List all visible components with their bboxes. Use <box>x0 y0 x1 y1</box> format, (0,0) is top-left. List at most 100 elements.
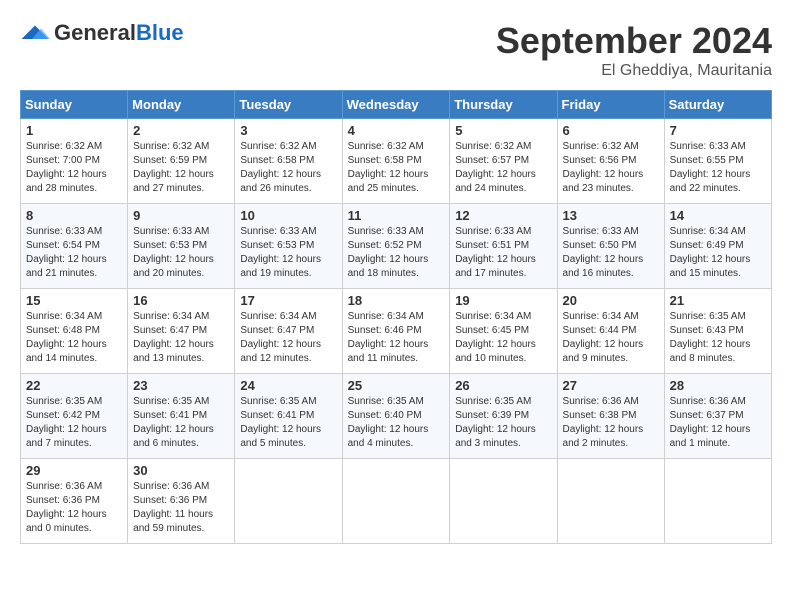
day-info: Sunrise: 6:35 AM Sunset: 6:43 PM Dayligh… <box>670 310 766 366</box>
day-info: Sunrise: 6:34 AM Sunset: 6:48 PM Dayligh… <box>26 310 122 366</box>
day-number: 25 <box>348 378 445 393</box>
weekday-header-cell: Friday <box>557 91 664 119</box>
calendar-week-row: 8Sunrise: 6:33 AM Sunset: 6:54 PM Daylig… <box>21 204 772 289</box>
calendar-day-cell: 28 Sunrise: 6:36 AM Sunset: 6:37 PM Dayli… <box>664 374 771 459</box>
day-number: 17 <box>240 293 336 308</box>
calendar-day-cell: 25 Sunrise: 6:35 AM Sunset: 6:40 PM Dayli… <box>342 374 450 459</box>
calendar-day-cell: 17 Sunrise: 6:34 AM Sunset: 6:47 PM Dayli… <box>235 289 342 374</box>
day-number: 5 <box>455 123 551 138</box>
calendar-day-cell: 2 Sunrise: 6:32 AM Sunset: 6:59 PM Daylig… <box>128 119 235 204</box>
day-info: Sunrise: 6:34 AM Sunset: 6:44 PM Dayligh… <box>563 310 659 366</box>
day-info: Sunrise: 6:35 AM Sunset: 6:41 PM Dayligh… <box>240 395 336 451</box>
calendar-day-cell: 18Sunrise: 6:34 AM Sunset: 6:46 PM Dayli… <box>342 289 450 374</box>
day-info: Sunrise: 6:36 AM Sunset: 6:37 PM Dayligh… <box>670 395 766 451</box>
day-number: 2 <box>133 123 229 138</box>
day-info: Sunrise: 6:33 AM Sunset: 6:50 PM Dayligh… <box>563 225 659 281</box>
day-info: Sunrise: 6:34 AM Sunset: 6:49 PM Dayligh… <box>670 225 766 281</box>
day-number: 19 <box>455 293 551 308</box>
day-info: Sunrise: 6:35 AM Sunset: 6:41 PM Dayligh… <box>133 395 229 451</box>
day-number: 24 <box>240 378 336 393</box>
day-info: Sunrise: 6:36 AM Sunset: 6:36 PM Dayligh… <box>133 480 229 536</box>
calendar-week-row: 15 Sunrise: 6:34 AM Sunset: 6:48 PM Dayli… <box>21 289 772 374</box>
calendar-day-cell: 20 Sunrise: 6:34 AM Sunset: 6:44 PM Dayli… <box>557 289 664 374</box>
day-info: Sunrise: 6:35 AM Sunset: 6:42 PM Dayligh… <box>26 395 122 451</box>
day-number: 10 <box>240 208 336 223</box>
calendar-day-cell: 1 Sunrise: 6:32 AM Sunset: 7:00 PM Daylig… <box>21 119 128 204</box>
day-number: 13 <box>563 208 659 223</box>
day-number: 20 <box>563 293 659 308</box>
day-info: Sunrise: 6:33 AM Sunset: 6:55 PM Dayligh… <box>670 140 766 196</box>
day-number: 28 <box>670 378 766 393</box>
day-number: 3 <box>240 123 336 138</box>
day-number: 12 <box>455 208 551 223</box>
calendar-day-cell: 15 Sunrise: 6:34 AM Sunset: 6:48 PM Dayli… <box>21 289 128 374</box>
title-area: September 2024 El Gheddiya, Mauritania <box>496 20 772 80</box>
day-info: Sunrise: 6:32 AM Sunset: 6:58 PM Dayligh… <box>348 140 445 196</box>
day-number: 16 <box>133 293 229 308</box>
day-number: 21 <box>670 293 766 308</box>
calendar-day-cell: 6 Sunrise: 6:32 AM Sunset: 6:56 PM Daylig… <box>557 119 664 204</box>
day-info: Sunrise: 6:33 AM Sunset: 6:52 PM Dayligh… <box>348 225 445 281</box>
logo-text: GeneralBlue <box>54 20 184 46</box>
calendar-day-cell <box>557 459 664 544</box>
day-info: Sunrise: 6:32 AM Sunset: 6:58 PM Dayligh… <box>240 140 336 196</box>
day-number: 1 <box>26 123 122 138</box>
day-info: Sunrise: 6:32 AM Sunset: 6:59 PM Dayligh… <box>133 140 229 196</box>
day-number: 27 <box>563 378 659 393</box>
day-number: 15 <box>26 293 122 308</box>
day-number: 14 <box>670 208 766 223</box>
day-info: Sunrise: 6:35 AM Sunset: 6:40 PM Dayligh… <box>348 395 445 451</box>
day-number: 26 <box>455 378 551 393</box>
day-number: 6 <box>563 123 659 138</box>
calendar-day-cell <box>342 459 450 544</box>
calendar-day-cell: 16 Sunrise: 6:34 AM Sunset: 6:47 PM Dayli… <box>128 289 235 374</box>
day-number: 23 <box>133 378 229 393</box>
weekday-header-cell: Saturday <box>664 91 771 119</box>
calendar-week-row: 1 Sunrise: 6:32 AM Sunset: 7:00 PM Daylig… <box>21 119 772 204</box>
calendar-day-cell: 10 Sunrise: 6:33 AM Sunset: 6:53 PM Dayli… <box>235 204 342 289</box>
weekday-header-cell: Tuesday <box>235 91 342 119</box>
calendar-day-cell: 4 Sunrise: 6:32 AM Sunset: 6:58 PM Daylig… <box>342 119 450 204</box>
calendar-day-cell: 11 Sunrise: 6:33 AM Sunset: 6:52 PM Dayli… <box>342 204 450 289</box>
calendar-day-cell: 13 Sunrise: 6:33 AM Sunset: 6:50 PM Dayli… <box>557 204 664 289</box>
calendar-day-cell: 8Sunrise: 6:33 AM Sunset: 6:54 PM Daylig… <box>21 204 128 289</box>
calendar-day-cell: 23 Sunrise: 6:35 AM Sunset: 6:41 PM Dayli… <box>128 374 235 459</box>
day-info: Sunrise: 6:33 AM Sunset: 6:53 PM Dayligh… <box>240 225 336 281</box>
day-info: Sunrise: 6:32 AM Sunset: 6:57 PM Dayligh… <box>455 140 551 196</box>
calendar-body: 1 Sunrise: 6:32 AM Sunset: 7:00 PM Daylig… <box>21 119 772 544</box>
day-number: 4 <box>348 123 445 138</box>
calendar-day-cell <box>235 459 342 544</box>
day-number: 22 <box>26 378 122 393</box>
calendar-day-cell: 12 Sunrise: 6:33 AM Sunset: 6:51 PM Dayli… <box>450 204 557 289</box>
calendar-day-cell: 27 Sunrise: 6:36 AM Sunset: 6:38 PM Dayli… <box>557 374 664 459</box>
calendar-day-cell: 19 Sunrise: 6:34 AM Sunset: 6:45 PM Dayli… <box>450 289 557 374</box>
day-info: Sunrise: 6:34 AM Sunset: 6:47 PM Dayligh… <box>240 310 336 366</box>
day-number: 9 <box>133 208 229 223</box>
day-number: 11 <box>348 208 445 223</box>
weekday-header-cell: Sunday <box>21 91 128 119</box>
calendar-day-cell <box>664 459 771 544</box>
calendar-day-cell: 24 Sunrise: 6:35 AM Sunset: 6:41 PM Dayli… <box>235 374 342 459</box>
day-info: Sunrise: 6:35 AM Sunset: 6:39 PM Dayligh… <box>455 395 551 451</box>
weekday-header-cell: Wednesday <box>342 91 450 119</box>
calendar-day-cell: 5 Sunrise: 6:32 AM Sunset: 6:57 PM Daylig… <box>450 119 557 204</box>
day-info: Sunrise: 6:32 AM Sunset: 7:00 PM Dayligh… <box>26 140 122 196</box>
day-info: Sunrise: 6:36 AM Sunset: 6:38 PM Dayligh… <box>563 395 659 451</box>
day-info: Sunrise: 6:36 AM Sunset: 6:36 PM Dayligh… <box>26 480 122 536</box>
calendar-day-cell: 21 Sunrise: 6:35 AM Sunset: 6:43 PM Dayli… <box>664 289 771 374</box>
logo-icon <box>20 24 50 42</box>
calendar-day-cell: 29Sunrise: 6:36 AM Sunset: 6:36 PM Dayli… <box>21 459 128 544</box>
day-info: Sunrise: 6:34 AM Sunset: 6:46 PM Dayligh… <box>348 310 445 366</box>
day-info: Sunrise: 6:33 AM Sunset: 6:51 PM Dayligh… <box>455 225 551 281</box>
weekday-header-cell: Thursday <box>450 91 557 119</box>
calendar-day-cell: 22 Sunrise: 6:35 AM Sunset: 6:42 PM Dayli… <box>21 374 128 459</box>
calendar-day-cell: 7 Sunrise: 6:33 AM Sunset: 6:55 PM Daylig… <box>664 119 771 204</box>
header: GeneralBlue September 2024 El Gheddiya, … <box>20 20 772 80</box>
day-info: Sunrise: 6:34 AM Sunset: 6:45 PM Dayligh… <box>455 310 551 366</box>
calendar-day-cell <box>450 459 557 544</box>
day-info: Sunrise: 6:34 AM Sunset: 6:47 PM Dayligh… <box>133 310 229 366</box>
day-info: Sunrise: 6:32 AM Sunset: 6:56 PM Dayligh… <box>563 140 659 196</box>
calendar-table: SundayMondayTuesdayWednesdayThursdayFrid… <box>20 90 772 544</box>
day-number: 7 <box>670 123 766 138</box>
day-info: Sunrise: 6:33 AM Sunset: 6:53 PM Dayligh… <box>133 225 229 281</box>
